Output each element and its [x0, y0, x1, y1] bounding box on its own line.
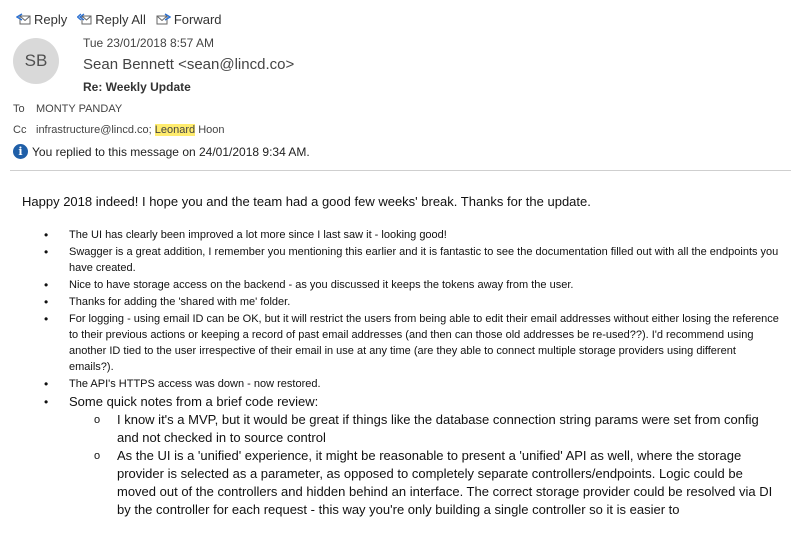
list-item: Nice to have storage access on the backe…	[22, 277, 782, 293]
list-item: Swagger is a great addition, I remember …	[22, 244, 782, 276]
message-body: Happy 2018 indeed! I hope you and the te…	[22, 194, 782, 520]
header-divider	[10, 170, 791, 171]
greeting: Happy 2018 indeed! I hope you and the te…	[22, 194, 591, 209]
list-item: The UI has clearly been improved a lot m…	[22, 227, 782, 243]
message-subject: Re: Weekly Update	[83, 80, 191, 94]
reply-button[interactable]: Reply	[16, 12, 67, 27]
bullet-list: The UI has clearly been improved a lot m…	[22, 227, 782, 519]
list-item: For logging - using email ID can be OK, …	[22, 311, 782, 375]
reply-label: Reply	[34, 12, 68, 27]
sub-bullet-list: I know it's a MVP, but it would be great…	[69, 411, 782, 519]
list-item: Some quick notes from a brief code revie…	[22, 393, 782, 519]
forward-label: Forward	[173, 12, 222, 27]
cc-highlight: Leonard	[154, 124, 196, 136]
forward-button[interactable]: Forward	[156, 12, 222, 27]
forward-icon	[156, 13, 171, 25]
cc-recipients: Cc infrastructure@lincd.co; Leonard Hoon	[13, 124, 225, 136]
cc-text-pre: infrastructure@lincd.co;	[36, 124, 155, 136]
to-label: To	[13, 103, 25, 115]
replied-info-text: You replied to this message on 24/01/201…	[32, 144, 310, 159]
reply-all-icon	[77, 13, 92, 25]
code-review-intro: Some quick notes from a brief code revie…	[69, 394, 319, 409]
sub-list-item: As the UI is a 'unified' experience, it …	[69, 447, 782, 519]
cc-label: Cc	[13, 124, 27, 136]
reply-icon	[16, 13, 31, 25]
list-item: Thanks for adding the 'shared with me' f…	[22, 294, 782, 310]
reply-all-button[interactable]: Reply All	[77, 12, 146, 27]
to-recipients: To MONTY PANDAY	[13, 103, 122, 115]
to-recipient[interactable]: MONTY PANDAY	[36, 103, 122, 115]
message-date: Tue 23/01/2018 8:57 AM	[83, 36, 214, 50]
info-icon: i	[13, 144, 28, 159]
reply-all-label: Reply All	[95, 12, 146, 27]
sender-avatar: SB	[13, 38, 59, 84]
sender-name[interactable]: Sean Bennett <sean@lincd.co>	[83, 56, 294, 73]
cc-text-post: Hoon	[195, 124, 225, 136]
replied-infobar: i You replied to this message on 24/01/2…	[13, 144, 310, 159]
sub-list-item: I know it's a MVP, but it would be great…	[69, 411, 782, 447]
cc-recipient-list[interactable]: infrastructure@lincd.co; Leonard Hoon	[36, 124, 225, 136]
message-toolbar: Reply Reply All Forward	[16, 12, 222, 27]
list-item: The API's HTTPS access was down - now re…	[22, 376, 782, 392]
